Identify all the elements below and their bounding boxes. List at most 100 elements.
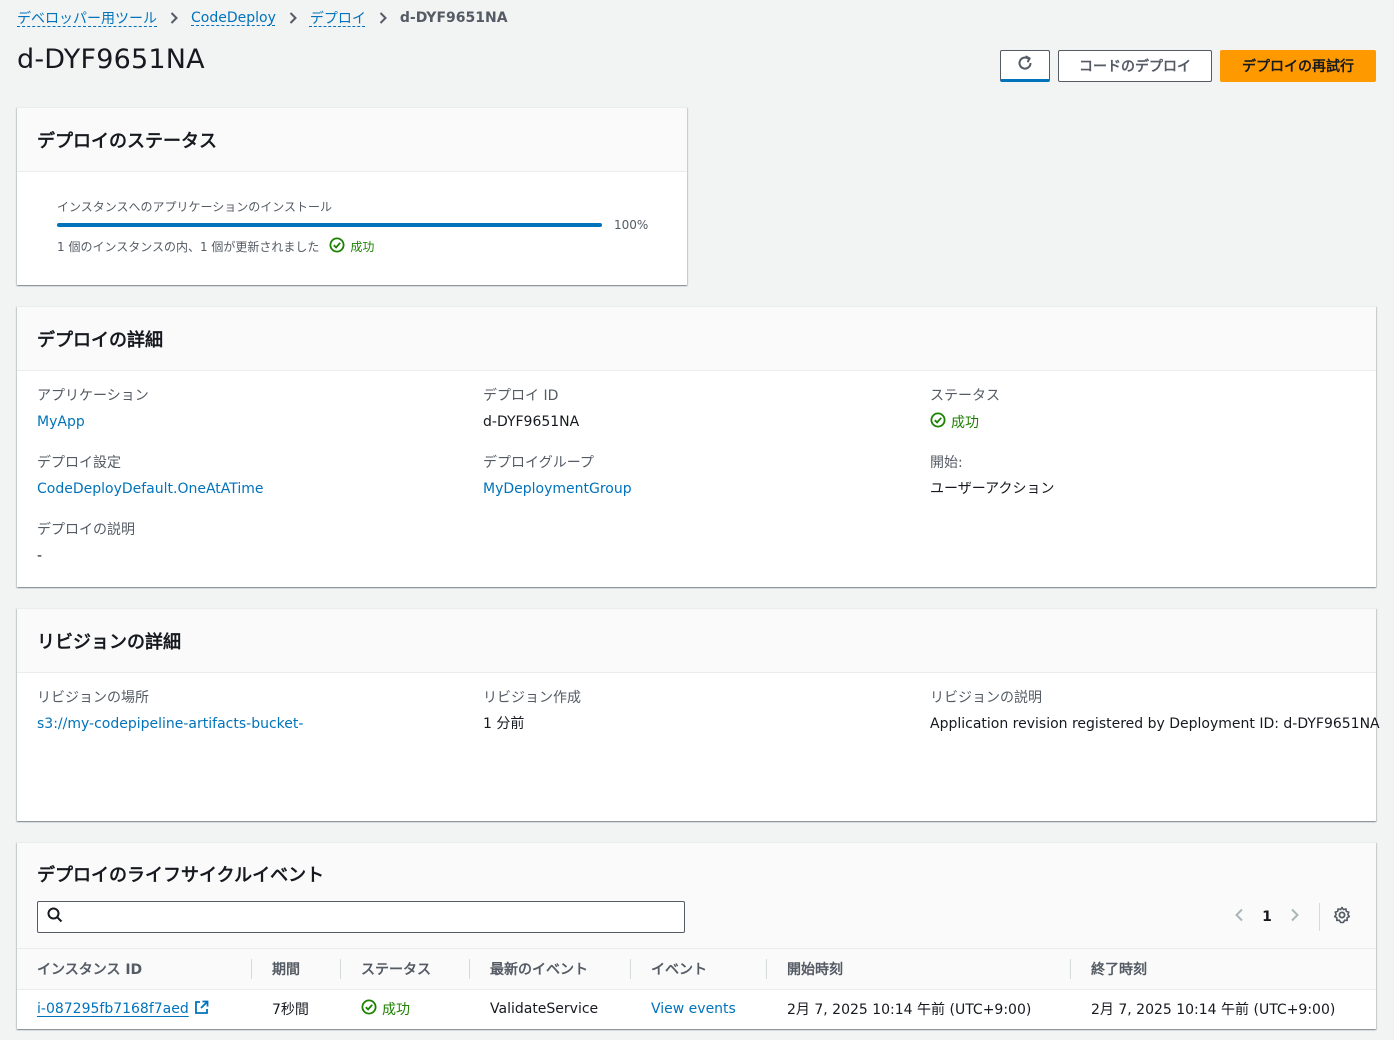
- progress-fill: [57, 223, 602, 227]
- breadcrumb: デベロッパー用ツール CodeDeploy デプロイ d-DYF9651NA: [17, 8, 508, 28]
- preferences-button[interactable]: [1330, 906, 1354, 928]
- pagination-divider: [1319, 903, 1320, 931]
- check-circle-icon: [361, 999, 382, 1019]
- field-value: Application revision registered by Deplo…: [930, 716, 1380, 732]
- revision-location-field: リビジョンの場所 s3://my-codepipeline-artifacts-…: [37, 688, 303, 734]
- field-label: リビジョンの説明: [930, 690, 1042, 706]
- status-success: 成功: [329, 237, 374, 256]
- lifecycle-events-panel: デプロイのライフサイクルイベント 1 インスタンス ID 期間 ステータス 最新…: [17, 842, 1376, 1029]
- gear-icon: [1333, 906, 1351, 928]
- start-time-cell: 2月 7, 2025 10:14 午前 (UTC+9:00): [787, 1002, 1032, 1019]
- panel-title: デプロイのライフサイクルイベント: [37, 865, 325, 886]
- status-text: 成功: [382, 1002, 410, 1019]
- deployment-status-panel: デプロイのステータス インスタンスへのアプリケーションのインストール 100% …: [17, 107, 687, 285]
- column-header-instance-id[interactable]: インスタンス ID: [17, 949, 252, 990]
- column-header-latest-event[interactable]: 最新のイベント: [470, 949, 631, 990]
- column-header-events[interactable]: イベント: [631, 949, 767, 990]
- header-actions: コードのデプロイ デプロイの再試行: [1000, 50, 1376, 82]
- breadcrumb-deployments[interactable]: デプロイ: [310, 8, 366, 28]
- column-header-duration[interactable]: 期間: [252, 949, 341, 990]
- progress-percent: 100%: [614, 218, 649, 232]
- deploy-code-button[interactable]: コードのデプロイ: [1058, 50, 1212, 82]
- deployment-details-panel: デプロイの詳細 アプリケーション MyApp デプロイ ID d-DYF9651…: [17, 306, 1376, 587]
- status-cell: 成功: [341, 989, 470, 1029]
- status-success: 成功: [930, 412, 979, 434]
- application-field: アプリケーション MyApp: [37, 386, 149, 432]
- chevron-right-icon: [289, 12, 297, 24]
- column-header-start-time[interactable]: 開始時刻: [767, 949, 1071, 990]
- page-title: d-DYF9651NA: [17, 44, 205, 75]
- field-value: ユーザーアクション: [930, 481, 1055, 497]
- revision-location-link[interactable]: s3://my-codepipeline-artifacts-bucket-: [37, 716, 303, 732]
- check-circle-icon: [930, 412, 951, 434]
- breadcrumb-current: d-DYF9651NA: [399, 10, 508, 26]
- view-events-link[interactable]: View events: [651, 1001, 736, 1017]
- breadcrumb-codedeploy[interactable]: CodeDeploy: [191, 10, 276, 26]
- retry-deploy-button[interactable]: デプロイの再試行: [1220, 50, 1376, 82]
- panel-header: デプロイの詳細: [17, 307, 1376, 371]
- status-text: 成功: [951, 415, 979, 431]
- field-value: -: [37, 548, 43, 564]
- field-label: ステータス: [930, 388, 1000, 404]
- panel-title: デプロイの詳細: [37, 329, 163, 351]
- latest-event-cell: ValidateService: [490, 1001, 599, 1018]
- panel-header: リビジョンの詳細: [17, 609, 1376, 673]
- status-success: 成功: [361, 999, 410, 1019]
- field-value: 1 分前: [483, 716, 525, 732]
- chevron-right-icon: [1290, 908, 1300, 926]
- instance-id-text: i-087295fb7168f7aed: [37, 1001, 189, 1018]
- table-header-row: インスタンス ID 期間 ステータス 最新のイベント イベント 開始時刻 終了時…: [17, 949, 1376, 990]
- search-input[interactable]: [69, 903, 684, 931]
- revision-description-field: リビジョンの説明 Application revision registered…: [930, 688, 1380, 734]
- search-icon: [47, 907, 63, 927]
- deployment-group-field: デプロイグループ MyDeploymentGroup: [483, 453, 632, 499]
- deployment-config-link[interactable]: CodeDeployDefault.OneAtATime: [37, 481, 264, 497]
- end-time-cell: 2月 7, 2025 10:14 午前 (UTC+9:00): [1091, 1002, 1336, 1019]
- deployment-config-field: デプロイ設定 CodeDeployDefault.OneAtATime: [37, 453, 264, 499]
- panel-title: リビジョンの詳細: [37, 631, 181, 653]
- breadcrumb-developer-tools[interactable]: デベロッパー用ツール: [17, 8, 157, 28]
- status-field: ステータス 成功: [930, 386, 1000, 432]
- column-header-status[interactable]: ステータス: [341, 949, 470, 990]
- next-page-button[interactable]: [1283, 908, 1307, 926]
- deployment-group-link[interactable]: MyDeploymentGroup: [483, 481, 632, 497]
- panel-header: デプロイのステータス: [17, 108, 687, 172]
- chevron-right-icon: [379, 12, 387, 24]
- progress-bar: [57, 223, 602, 227]
- deployment-description-field: デプロイの説明 -: [37, 520, 135, 566]
- deployment-id-field: デプロイ ID d-DYF9651NA: [483, 386, 579, 432]
- application-link[interactable]: MyApp: [37, 414, 85, 430]
- duration-cell: 7秒間: [272, 1002, 309, 1019]
- field-label: リビジョン作成: [483, 690, 581, 706]
- field-label: デプロイ ID: [483, 388, 559, 404]
- lifecycle-events-table: インスタンス ID 期間 ステータス 最新のイベント イベント 開始時刻 終了時…: [17, 949, 1376, 1029]
- chevron-right-icon: [170, 12, 178, 24]
- revision-details-panel: リビジョンの詳細 リビジョンの場所 s3://my-codepipeline-a…: [17, 608, 1380, 821]
- status-text: 成功: [350, 240, 375, 254]
- progress-label: インスタンスへのアプリケーションのインストール: [57, 200, 333, 214]
- field-label: アプリケーション: [37, 388, 149, 404]
- field-label: デプロイの説明: [37, 522, 135, 538]
- progress-description: 1 個のインスタンスの内、1 個が更新されました 成功: [57, 237, 374, 256]
- table-row: i-087295fb7168f7aed 7秒間 成功 ValidateServi…: [17, 989, 1376, 1029]
- pagination: 1: [1227, 903, 1354, 931]
- field-label: デプロイ設定: [37, 455, 121, 471]
- column-header-end-time[interactable]: 終了時刻: [1071, 949, 1376, 990]
- instance-id-link[interactable]: i-087295fb7168f7aed: [37, 1000, 209, 1019]
- panel-title: デプロイのステータス: [37, 130, 217, 152]
- events-cell: View events: [631, 989, 767, 1029]
- field-label: 開始:: [930, 455, 963, 471]
- page-number[interactable]: 1: [1251, 909, 1283, 925]
- initiated-by-field: 開始: ユーザーアクション: [930, 453, 1054, 499]
- search-field: [37, 901, 685, 933]
- progress-description-text: 1 個のインスタンスの内、1 個が更新されました: [57, 240, 320, 254]
- panel-header: デプロイのライフサイクルイベント 1: [17, 843, 1376, 949]
- check-circle-icon: [329, 237, 350, 256]
- chevron-left-icon: [1234, 908, 1244, 926]
- field-value: d-DYF9651NA: [483, 414, 580, 430]
- revision-created-field: リビジョン作成 1 分前: [483, 688, 581, 734]
- external-link-icon: [194, 1000, 209, 1019]
- field-label: リビジョンの場所: [37, 690, 149, 706]
- previous-page-button[interactable]: [1227, 908, 1251, 926]
- refresh-button[interactable]: [1000, 50, 1050, 82]
